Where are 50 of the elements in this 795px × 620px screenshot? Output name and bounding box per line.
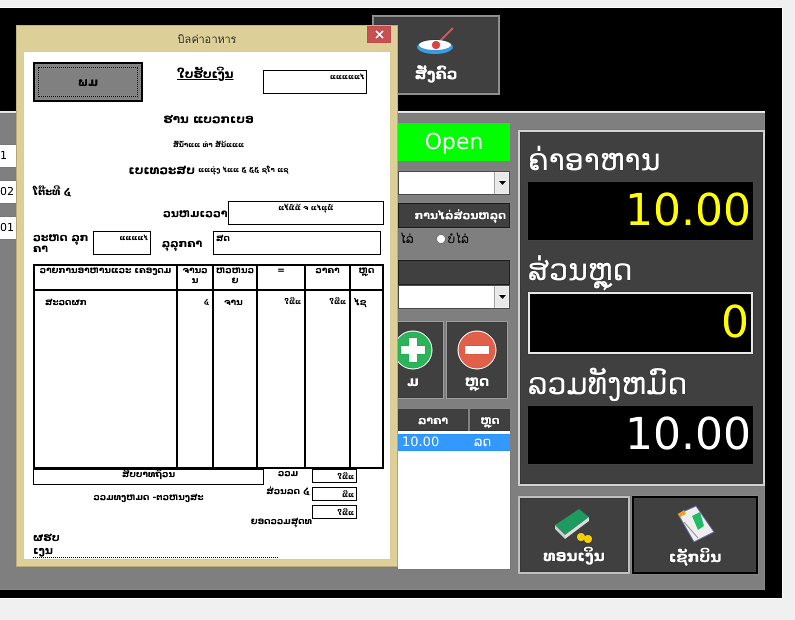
dialog-title: บิลค่าอาหาร bbox=[178, 32, 236, 48]
summary-value: 0 bbox=[528, 292, 753, 354]
summary-value: 10.00 bbox=[528, 406, 753, 464]
change-button[interactable]: ທອນເງິນ bbox=[518, 496, 630, 574]
money-line: ເງນ bbox=[33, 544, 278, 558]
summary-label: ຄ່າອາຫານ bbox=[528, 142, 662, 180]
date-label: ເບເທວະສບ bbox=[128, 163, 195, 177]
radio-label: ໄລ່ bbox=[400, 232, 414, 246]
table-number: ໂຕ໊ະທີ ໔ bbox=[33, 186, 72, 198]
dropdown-arrow-icon bbox=[498, 181, 506, 185]
customer-label: ລຸລຸກຄາ bbox=[160, 236, 204, 250]
table-cell-text: ໄຊ bbox=[353, 296, 368, 310]
total-words-label: ວວມທງຫມດ -ຕວຫນງສະ bbox=[92, 492, 205, 503]
print-button[interactable]: ພມ bbox=[33, 62, 143, 102]
section-label: ການໄລ່ສ່ວນຫລຸດ bbox=[398, 203, 510, 228]
summary-label: ສ່ວນຫຼຸດ bbox=[528, 250, 753, 292]
shop-name: ຮານ ແບວກເບອ bbox=[163, 112, 254, 126]
grand-total-label: ຍອດວວມສຸດທ bbox=[250, 517, 312, 527]
field-value: 1 bbox=[0, 145, 16, 167]
amount-in-words: ສິບບາທຖ້ວນ bbox=[33, 469, 264, 485]
discount-label: ສ່ວນລດ ໔ bbox=[265, 487, 311, 497]
staff-label: ວນຫມເວວາ bbox=[163, 206, 228, 220]
column-header: ລາຄາ bbox=[398, 409, 468, 431]
table-cell: ສະວດຜກ bbox=[35, 291, 178, 467]
summary-label: ລວມທັງຫມົດ bbox=[528, 366, 688, 404]
column-header: ວາຄາ bbox=[306, 266, 351, 289]
dropdown-arrow-icon bbox=[498, 295, 506, 299]
field-value: 01 bbox=[0, 217, 16, 239]
receipt-heading: ໃບຮັບເງິນ bbox=[177, 67, 234, 81]
radio-option[interactable]: ບໍ່ໄລ່ bbox=[436, 232, 469, 246]
receiver-label: ຜຮບ bbox=[33, 531, 61, 544]
close-button[interactable] bbox=[367, 26, 391, 43]
table-cell: ຈານ bbox=[214, 291, 258, 467]
column-header: ວາຍການອາຫານແວະ ເຄອງດມ bbox=[35, 266, 178, 289]
field-value: 02 bbox=[0, 181, 16, 203]
minus-icon bbox=[457, 330, 497, 370]
column-header: ຫວຫນວ ຍ bbox=[214, 266, 258, 289]
sum-label: ວວມ bbox=[276, 469, 300, 479]
summary-value: 10.00 bbox=[528, 182, 753, 240]
dropdown[interactable] bbox=[398, 285, 510, 309]
column-header: ຈານວ ນ bbox=[178, 266, 214, 289]
remove-button[interactable]: ຫຼຸດ bbox=[446, 321, 508, 399]
column-header: = bbox=[258, 266, 306, 289]
close-icon bbox=[374, 30, 384, 39]
checkout-button[interactable]: ເຊັກບິນ bbox=[632, 496, 758, 574]
dropdown[interactable] bbox=[398, 171, 510, 195]
column-header: ຫຼຸດ bbox=[358, 266, 376, 278]
customer-field: ສດ bbox=[213, 231, 381, 255]
code-label: ວະຫດ ລຸກຄາ bbox=[33, 232, 90, 254]
column-header: ຫຼຸດ bbox=[470, 409, 510, 431]
